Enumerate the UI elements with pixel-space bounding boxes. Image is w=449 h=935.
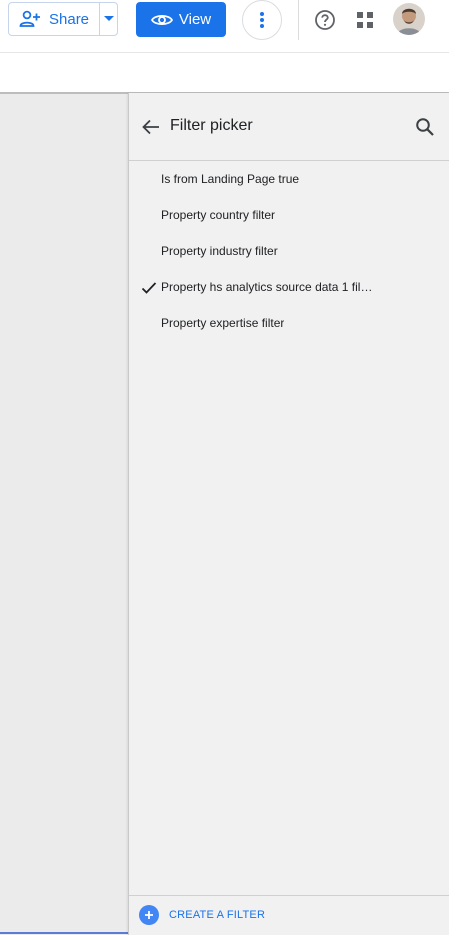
share-button[interactable]: Share — [9, 3, 100, 35]
help-icon — [314, 9, 336, 31]
share-label: Share — [49, 10, 90, 28]
panel-title: Filter picker — [170, 117, 253, 134]
filter-item-label: Property hs analytics source data 1 filt… — [161, 280, 373, 294]
filter-item-label: Property country filter — [161, 208, 276, 222]
arrow-back-icon — [142, 118, 160, 136]
share-button-group: Share — [8, 2, 118, 36]
caret-down-icon — [103, 16, 114, 22]
view-button[interactable]: View — [136, 2, 226, 37]
search-button[interactable] — [413, 115, 437, 139]
filter-list: Is from Landing Page true Property count… — [129, 162, 449, 342]
account-avatar[interactable] — [393, 3, 425, 35]
eye-icon — [150, 12, 173, 28]
canvas-selection-line — [0, 932, 128, 934]
filter-item[interactable]: Property expertise filter — [129, 306, 449, 342]
report-toolbar — [0, 52, 449, 93]
filter-item[interactable]: Property country filter — [129, 198, 449, 234]
apps-button[interactable] — [353, 8, 377, 32]
filter-item[interactable]: Property industry filter — [129, 234, 449, 270]
more-options-button[interactable] — [242, 0, 282, 40]
toolbar-divider — [298, 0, 299, 40]
apps-grid-icon — [356, 11, 374, 29]
person-add-icon — [19, 10, 41, 28]
filter-item-selected[interactable]: Property hs analytics source data 1 filt… — [129, 270, 449, 306]
create-filter-label: CREATE A FILTER — [169, 909, 266, 921]
help-button[interactable] — [313, 8, 337, 32]
panel-footer: CREATE A FILTER — [129, 895, 449, 935]
filter-item[interactable]: Is from Landing Page true — [129, 162, 449, 198]
filter-picker-panel: Filter picker Is from Landing Page true … — [128, 93, 449, 935]
top-bar: Share View — [0, 0, 449, 40]
back-button[interactable] — [139, 115, 163, 139]
filter-item-label: Is from Landing Page true — [161, 172, 300, 186]
filter-item-label: Property expertise filter — [161, 316, 285, 330]
search-icon — [415, 117, 435, 137]
filter-item-label: Property industry filter — [161, 244, 278, 258]
check-icon — [141, 281, 157, 295]
view-label: View — [178, 11, 212, 28]
create-filter-button[interactable]: CREATE A FILTER — [139, 905, 265, 925]
share-dropdown-button[interactable] — [100, 3, 117, 35]
add-circle-icon — [139, 905, 159, 925]
report-canvas[interactable] — [0, 93, 128, 935]
panel-header: Filter picker — [129, 93, 449, 161]
more-vert-icon — [259, 11, 265, 29]
